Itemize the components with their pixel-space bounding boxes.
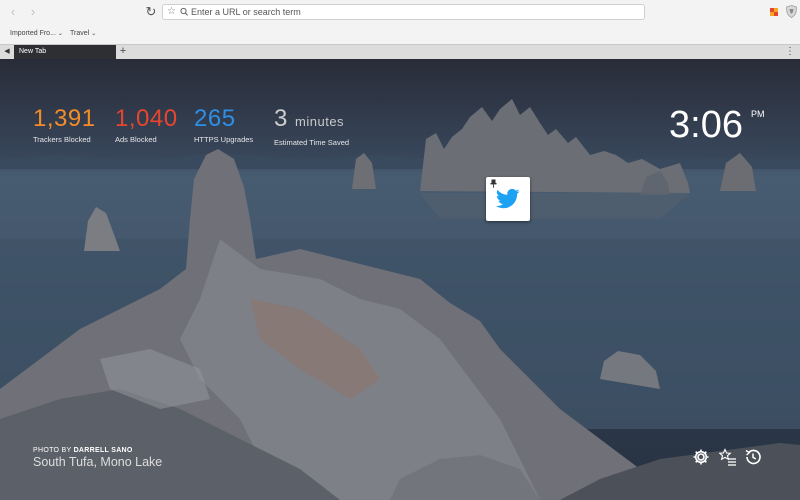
extension-icon[interactable]	[770, 8, 778, 16]
bookmarks-bar: Imported Fro... ⌄ Travel ⌄	[0, 24, 800, 64]
clock-time: 3:06	[669, 104, 743, 146]
tab-bar: ◀ New Tab + ⋮	[0, 44, 800, 59]
stat-value: 1,040	[115, 105, 178, 132]
photo-location: South Tufa, Mono Lake	[33, 455, 163, 469]
search-icon	[180, 7, 189, 16]
stat-ads-blocked: 1,040 Ads Blocked	[115, 105, 178, 144]
tab-new-tab[interactable]: New Tab	[14, 45, 116, 59]
stat-value-row: 3 minutes	[274, 105, 349, 136]
forward-button[interactable]: ›	[26, 5, 40, 19]
bookmark-star-icon[interactable]: ☆	[167, 5, 177, 19]
stat-value: 3	[274, 105, 288, 132]
stat-label: Estimated Time Saved	[274, 138, 350, 147]
reload-button[interactable]: ↻	[144, 4, 158, 20]
browser-toolbar: ‹ › ↻ ☆	[0, 0, 800, 24]
brave-shield-icon[interactable]	[786, 5, 797, 18]
history-icon[interactable]	[744, 448, 762, 466]
twitter-bird-icon	[496, 189, 520, 209]
new-tab-page: 1,391 Trackers Blocked 1,040 Ads Blocked…	[0, 59, 800, 500]
bookmark-folder-travel[interactable]: Travel ⌄	[70, 28, 96, 40]
stat-unit: minutes	[295, 114, 345, 129]
pin-icon[interactable]	[490, 179, 497, 188]
bookmark-folder-label: Imported Fro...	[10, 30, 56, 37]
bookmarks-icon[interactable]	[719, 448, 737, 466]
stat-label: Ads Blocked	[115, 135, 157, 144]
stat-label: Trackers Blocked	[33, 135, 91, 144]
bookmark-folder-label: Travel	[70, 30, 90, 37]
photo-credit-line: PHOTO BY DARRELL SANO	[33, 447, 162, 454]
chevron-down-icon: ⌄	[91, 31, 97, 37]
tab-scroll-left-button[interactable]: ◀	[0, 45, 14, 59]
stat-trackers-blocked: 1,391 Trackers Blocked	[33, 105, 96, 144]
photo-credit: PHOTO BY DARRELL SANO South Tufa, Mono L…	[33, 447, 162, 469]
bookmark-folder-imported[interactable]: Imported Fro... ⌄	[10, 28, 63, 40]
url-bar[interactable]: ☆	[162, 4, 645, 20]
new-tab-button[interactable]: +	[117, 45, 129, 59]
tabs-menu-button[interactable]: ⋮	[784, 45, 796, 59]
clock-period: PM	[751, 109, 765, 119]
photographer-name[interactable]: DARRELL SANO	[74, 447, 133, 454]
stat-value: 265	[194, 105, 236, 132]
back-button[interactable]: ‹	[6, 5, 20, 19]
url-input[interactable]	[191, 5, 631, 19]
top-site-tile-twitter[interactable]	[486, 177, 530, 221]
chevron-down-icon: ⌄	[57, 31, 63, 37]
clock: 3:06 PM	[669, 104, 765, 146]
gear-icon[interactable]	[692, 448, 710, 466]
stat-https-upgrades: 265 HTTPS Upgrades	[194, 105, 253, 144]
photo-credit-prefix: PHOTO BY	[33, 447, 72, 454]
stat-label: HTTPS Upgrades	[194, 135, 254, 144]
stat-value: 1,391	[33, 105, 96, 132]
stat-time-saved: 3 minutes Estimated Time Saved	[274, 105, 349, 147]
